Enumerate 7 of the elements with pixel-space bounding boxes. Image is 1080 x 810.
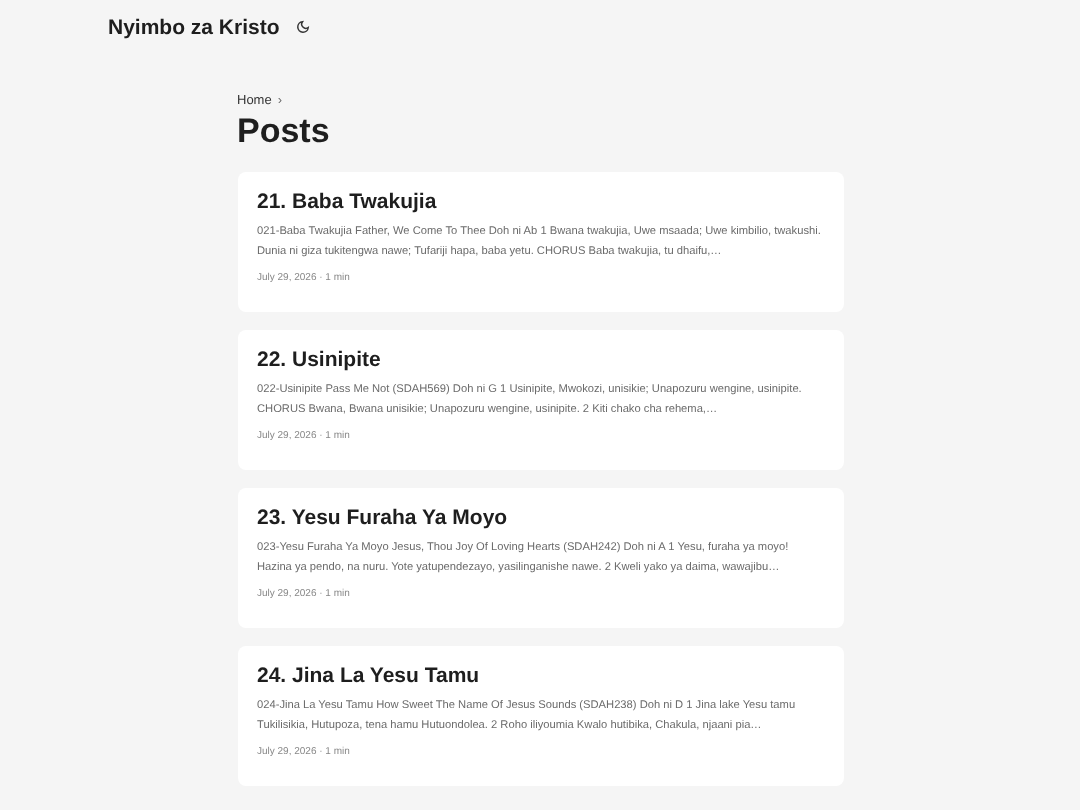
- post-title: 22. Usinipite: [257, 348, 383, 372]
- post-title: 24. Jina La Yesu Tamu: [257, 664, 482, 688]
- post-title: 21. Baba Twakujia: [257, 190, 439, 214]
- post-title: 23. Yesu Furaha Ya Moyo: [257, 506, 510, 530]
- moon-icon[interactable]: [295, 20, 310, 34]
- site-title[interactable]: Nyimbo za Kristo: [108, 15, 280, 39]
- page-title: Posts: [237, 112, 332, 152]
